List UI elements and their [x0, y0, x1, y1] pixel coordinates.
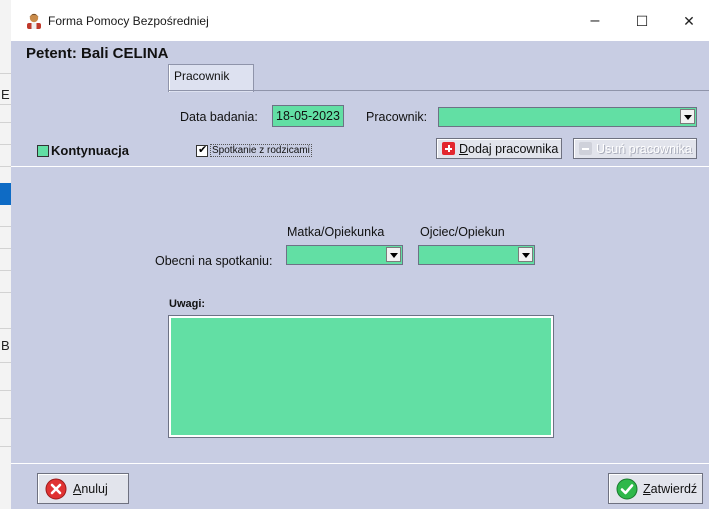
mother-select[interactable] — [286, 245, 403, 265]
section-separator — [11, 166, 709, 167]
tab-pracownik[interactable]: Pracownik — [168, 64, 254, 92]
continuation-indicator — [37, 145, 49, 157]
x-circle-icon — [45, 478, 67, 500]
cancel-button[interactable]: Anuluj — [37, 473, 129, 504]
remove-worker-label: Usuń pracownika — [596, 142, 692, 156]
notes-label: Uwagi: — [169, 298, 206, 310]
notes-textarea[interactable] — [168, 315, 554, 438]
title-bar: Forma Pomocy Bezpośredniej – ☐ ✕ — [11, 0, 709, 41]
check-circle-icon — [616, 478, 638, 500]
worker-label: Pracownik: — [366, 110, 428, 124]
chevron-down-icon[interactable] — [518, 247, 533, 262]
meeting-checkbox-label[interactable]: Spotkanie z rodzicami — [210, 144, 312, 157]
date-field[interactable]: 18-05-2023 — [272, 105, 344, 127]
date-label: Data badania: — [180, 110, 258, 124]
confirm-label: Zatwierdź — [643, 482, 698, 496]
minimize-button[interactable]: – — [577, 10, 613, 32]
close-button[interactable]: ✕ — [671, 10, 707, 32]
patient-title: Petent: Bali CELINA — [26, 45, 169, 62]
add-worker-label: Dodaj pracownika — [459, 142, 559, 156]
plus-icon — [442, 142, 455, 155]
background-letter-b: B — [1, 338, 10, 353]
window-title: Forma Pomocy Bezpośredniej — [48, 14, 209, 28]
mother-label: Matka/Opiekunka — [287, 225, 385, 239]
add-worker-button[interactable]: Dodaj pracownika — [436, 138, 562, 159]
check-mark-icon: ✔ — [198, 144, 208, 156]
confirm-button[interactable]: Zatwierdź — [608, 473, 703, 504]
minus-icon — [579, 142, 592, 155]
tab-underline — [168, 90, 709, 91]
worker-select[interactable] — [438, 107, 697, 127]
dialog-window: Forma Pomocy Bezpośredniej – ☐ ✕ Petent:… — [11, 0, 709, 509]
footer-separator — [11, 463, 709, 464]
father-label: Ojciec/Opiekun — [420, 225, 505, 239]
chevron-down-icon[interactable] — [386, 247, 401, 262]
continuation-label: Kontynuacja — [51, 143, 130, 158]
tab-label: Pracownik — [174, 69, 230, 83]
meeting-checkbox[interactable]: ✔ — [196, 144, 208, 157]
person-icon — [27, 13, 41, 29]
present-label: Obecni na spotkaniu: — [155, 254, 273, 268]
date-value: 18-05-2023 — [276, 109, 340, 123]
cancel-label: Anuluj — [73, 482, 108, 496]
maximize-button[interactable]: ☐ — [624, 10, 660, 32]
background-letter-e: E — [1, 87, 10, 102]
remove-worker-button[interactable]: Usuń pracownika — [573, 138, 697, 159]
father-select[interactable] — [418, 245, 535, 265]
chevron-down-icon[interactable] — [680, 109, 695, 124]
